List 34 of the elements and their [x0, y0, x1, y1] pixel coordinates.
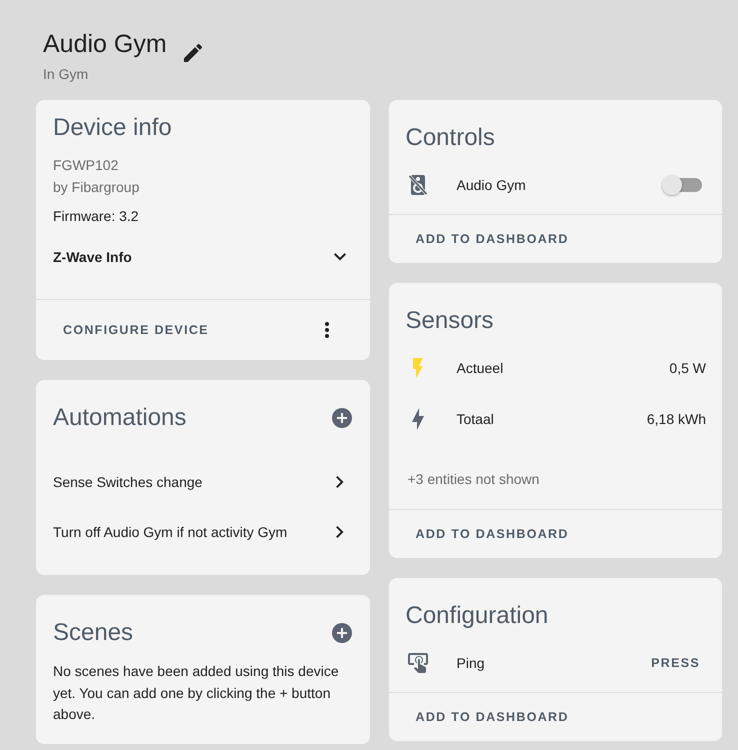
toggle-switch[interactable]	[662, 174, 702, 194]
chevron-right-icon	[336, 476, 344, 488]
chevron-right-icon	[336, 526, 344, 538]
entity-name: Totaal	[456, 410, 495, 426]
empty-scenes-text: No scenes have been added using this device yet. You can add one by clicking the + button above.	[53, 662, 340, 724]
device-model: FGWP102	[52, 156, 120, 175]
add-to-dashboard-button[interactable]: ADD TO DASHBOARD	[396, 221, 588, 257]
add-to-dashboard-button[interactable]: ADD TO DASHBOARD	[396, 516, 588, 552]
hidden-entities-link[interactable]: +3 entities not shown	[408, 469, 540, 489]
card-title: Controls	[406, 123, 495, 153]
entity-name: Ping	[456, 654, 486, 670]
device-manufacturer: by Fibargroup	[52, 178, 140, 197]
pencil-icon[interactable]	[184, 44, 202, 62]
automation-item[interactable]: Turn off Audio Gym if not activity Gym	[36, 507, 370, 557]
add-to-dashboard-button[interactable]: ADD TO DASHBOARD	[396, 699, 588, 735]
firmware-version: Firmware: 3.2	[52, 207, 140, 226]
card-title: Device info	[52, 113, 173, 143]
sensor-value: 0,5 W	[669, 360, 706, 376]
device-name: Audio Gym	[43, 29, 167, 59]
card-title: Sensors	[406, 306, 494, 336]
press-button[interactable]: PRESS	[643, 644, 708, 680]
speaker-off-icon	[408, 174, 426, 194]
configure-device-button[interactable]: CONFIGURE DEVICE	[44, 312, 228, 348]
sensor-value: 6,18 kWh	[646, 410, 706, 426]
tap-button-icon	[408, 652, 428, 672]
entity-name: Audio Gym	[456, 176, 527, 192]
entity-name: Actueel	[456, 360, 504, 376]
area-name: In Gym	[43, 65, 88, 84]
automation-item[interactable]: Sense Switches change	[36, 457, 370, 507]
card-title: Configuration	[406, 601, 548, 631]
card-title: Automations	[53, 403, 186, 433]
zwave-info-expander[interactable]: Z-Wave Info	[36, 233, 370, 281]
card-title: Scenes	[53, 618, 134, 648]
vertical-dots-icon[interactable]	[324, 322, 328, 338]
